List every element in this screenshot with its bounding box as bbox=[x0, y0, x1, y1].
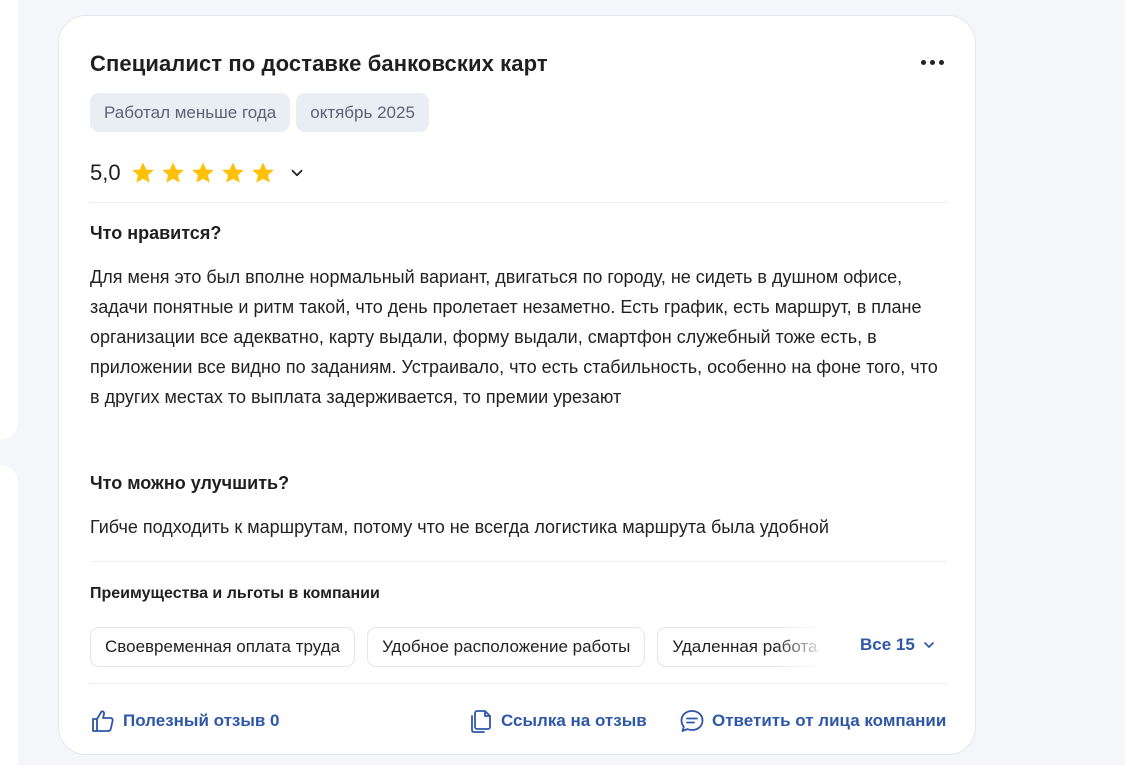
benefit-chip: Своевременная оплата труда bbox=[90, 627, 356, 667]
benefits-title: Преимущества и льготы в компании bbox=[90, 585, 380, 602]
benefits-all-label: Все 15 bbox=[860, 635, 915, 654]
rating-value: 5,0 bbox=[90, 160, 121, 185]
likes-text: Для меня это был вполне нормальный вариа… bbox=[90, 267, 938, 407]
divider bbox=[90, 683, 947, 684]
benefits-list: Своевременная оплата труда Удобное распо… bbox=[90, 627, 820, 667]
more-options-icon[interactable] bbox=[919, 58, 946, 67]
divider bbox=[90, 561, 947, 562]
star-icon bbox=[191, 162, 214, 183]
chat-bubble-icon bbox=[680, 710, 704, 732]
review-card: Специалист по доставке банковских карт Р… bbox=[58, 15, 976, 755]
copy-link-button[interactable]: Ссылка на отзыв bbox=[468, 708, 647, 734]
star-icon bbox=[131, 162, 154, 183]
divider bbox=[90, 202, 947, 203]
helpful-label: Полезный отзыв 0 bbox=[123, 711, 280, 730]
thumbs-up-icon bbox=[92, 710, 114, 732]
likes-heading: Что нравится? bbox=[90, 223, 222, 243]
left-panel-bottom bbox=[0, 465, 18, 765]
star-icon bbox=[161, 162, 184, 183]
helpful-button[interactable]: Полезный отзыв 0 bbox=[90, 708, 280, 734]
benefits-all-button[interactable]: Все 15 bbox=[860, 635, 937, 655]
tag-date: октябрь 2025 bbox=[296, 93, 429, 132]
left-panel-top bbox=[0, 0, 18, 440]
tag-tenure: Работал меньше года bbox=[90, 93, 291, 132]
review-tags: Работал меньше года октябрь 2025 bbox=[90, 93, 429, 132]
rating-expand-chevron-icon[interactable] bbox=[288, 164, 306, 182]
improve-text: Гибче подходить к маршрутам, потому что … bbox=[90, 517, 829, 537]
copy-link-label: Ссылка на отзыв bbox=[501, 711, 647, 730]
star-icon bbox=[221, 162, 244, 183]
rating-stars bbox=[130, 160, 276, 186]
benefit-chip: Удобное расположение работы bbox=[367, 627, 646, 667]
star-icon bbox=[251, 162, 274, 183]
improve-heading: Что можно улучшить? bbox=[90, 473, 290, 493]
copy-icon bbox=[471, 710, 491, 733]
chips-fade bbox=[776, 627, 826, 667]
reply-label: Ответить от лица компании bbox=[712, 711, 947, 730]
reply-button[interactable]: Ответить от лица компании bbox=[679, 708, 946, 734]
rating-row: 5,0 bbox=[90, 160, 306, 186]
review-title: Специалист по доставке банковских карт bbox=[90, 51, 548, 76]
chevron-down-icon bbox=[923, 642, 934, 648]
